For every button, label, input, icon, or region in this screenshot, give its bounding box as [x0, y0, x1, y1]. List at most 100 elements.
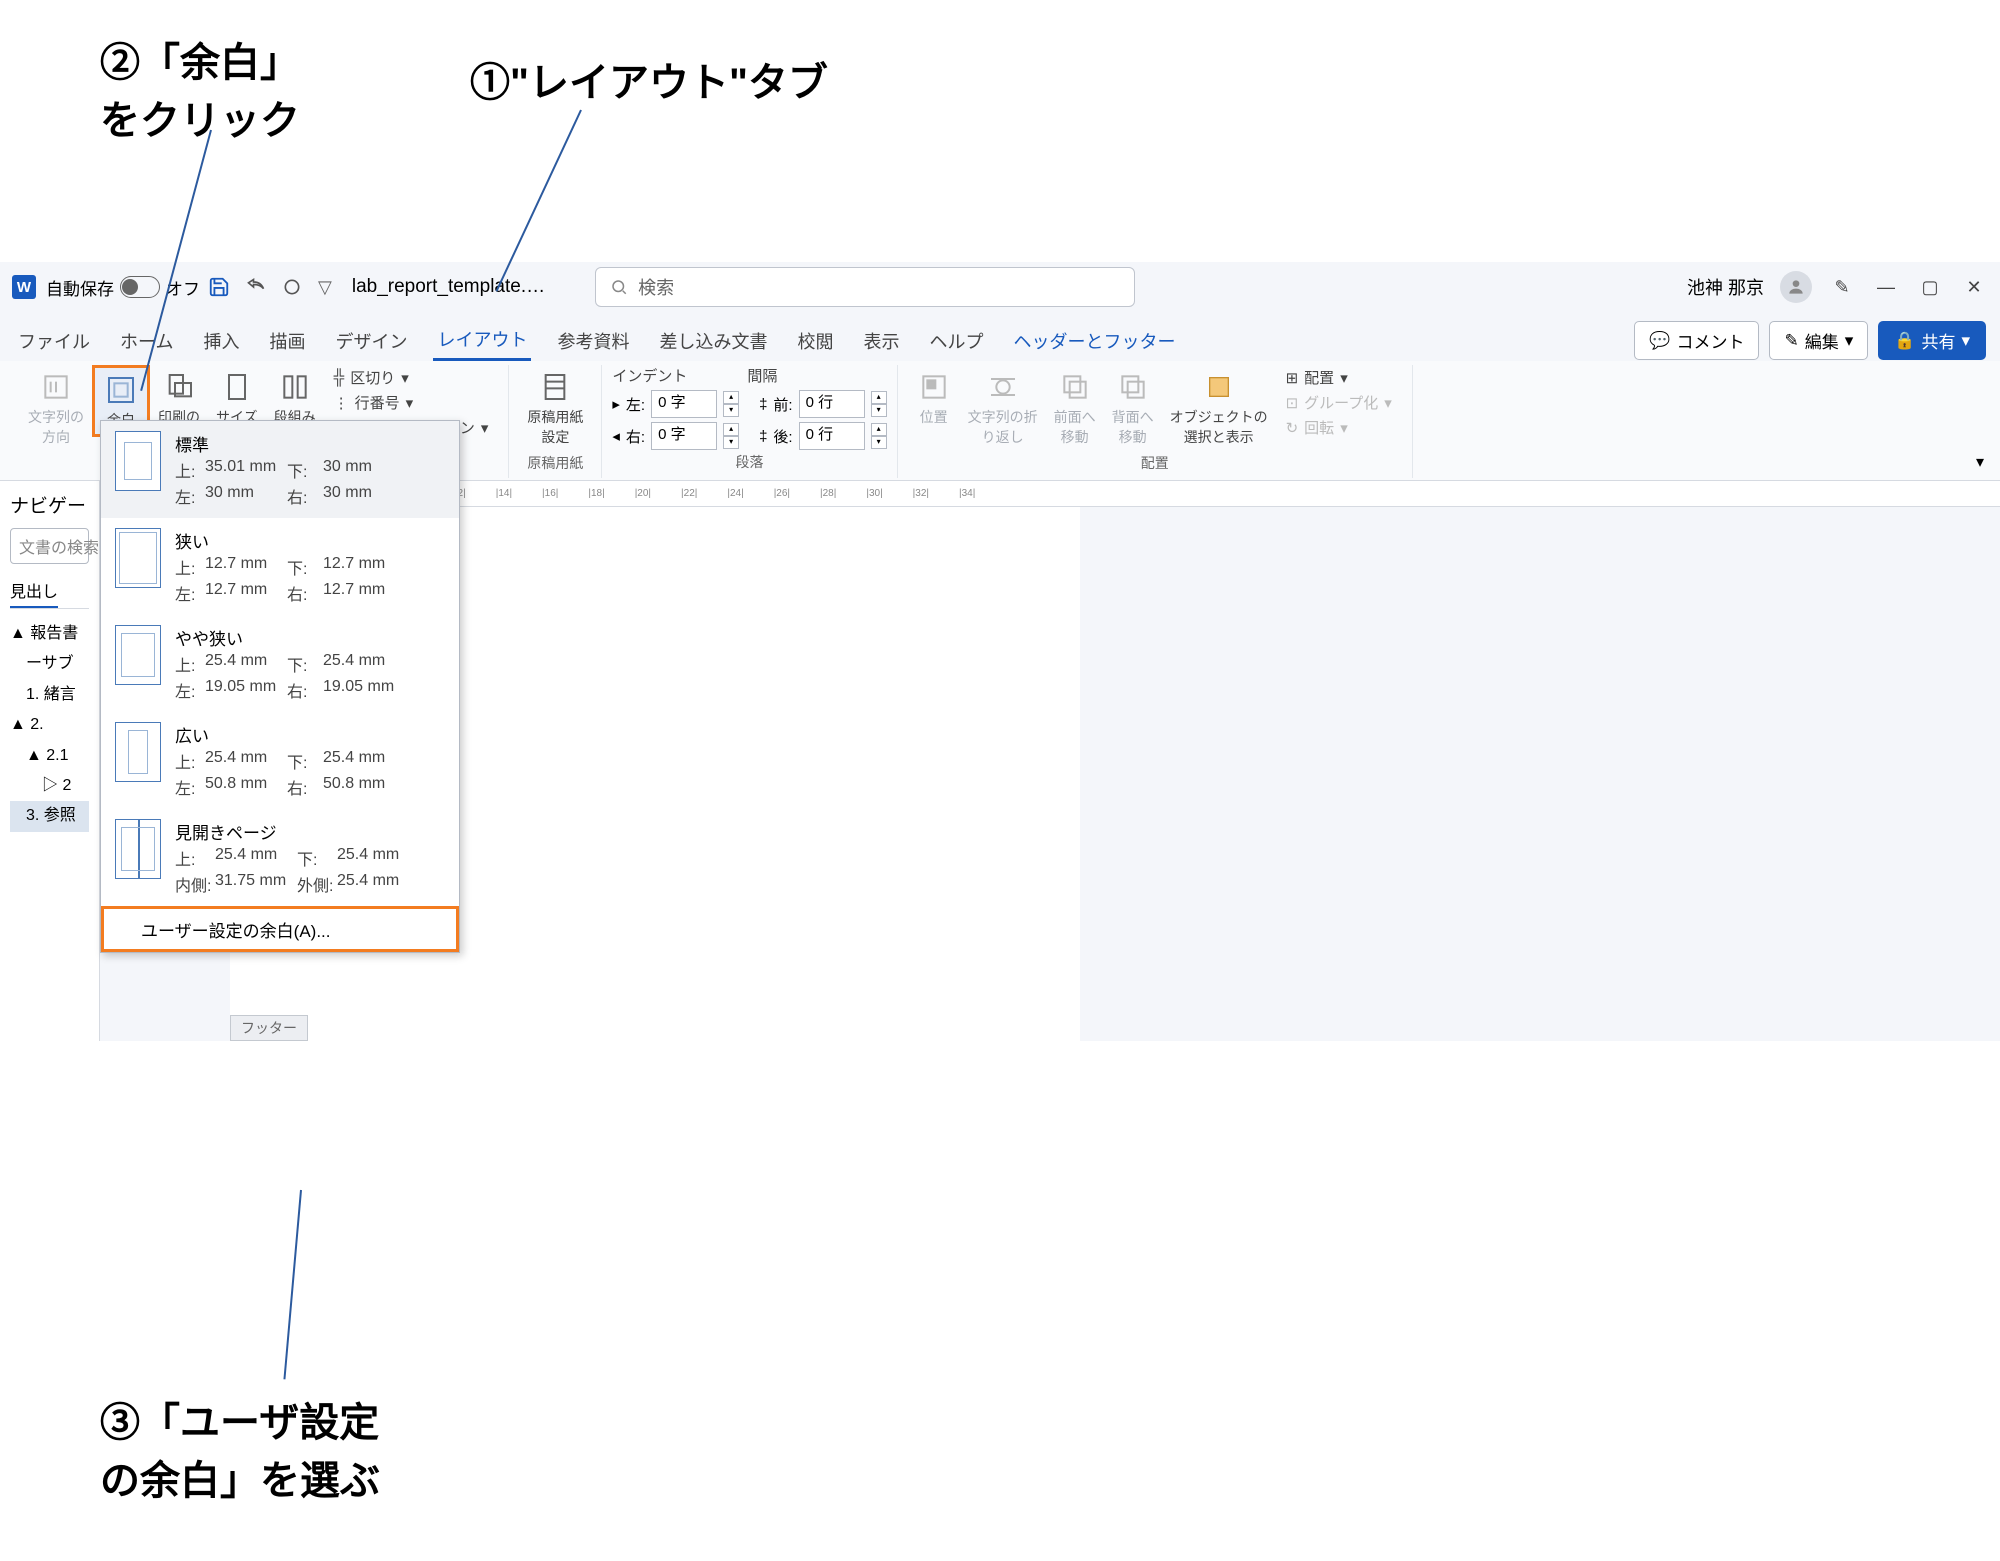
margin-name: 広い	[175, 722, 445, 747]
ruler-mark: |26|	[774, 488, 790, 499]
nav-item[interactable]: ーサブ	[10, 649, 89, 679]
nav-tab-headings[interactable]: 見出し	[10, 578, 58, 608]
m-v: 50.8 mm	[205, 775, 287, 799]
margin-option-mirror[interactable]: 見開きページ 上:25.4 mm下:25.4 mm 内側:31.75 mm外側:…	[101, 809, 459, 906]
m-l: 上:	[175, 749, 205, 773]
margin-name: 見開きページ	[175, 819, 445, 844]
m-l: 内側:	[175, 872, 215, 896]
m-v: 25.4 mm	[205, 652, 287, 676]
bring-forward-button[interactable]: 前面へ 移動	[1046, 365, 1104, 451]
il-v[interactable]: 0 字	[651, 390, 717, 418]
rotate-button[interactable]: ↻ 回転 ▾	[1286, 417, 1392, 438]
save-icon[interactable]	[208, 276, 230, 298]
m-v: 30 mm	[205, 484, 287, 508]
minimize-button[interactable]: —	[1872, 273, 1900, 301]
ribbon-options-icon[interactable]: ▾	[1970, 446, 1990, 478]
m-l: 左:	[175, 775, 205, 799]
ruler-mark: |22|	[681, 488, 697, 499]
ruler-mark: |30|	[866, 488, 882, 499]
sa-v[interactable]: 0 行	[799, 422, 865, 450]
margin-option-slight[interactable]: やや狭い 上:25.4 mm下:25.4 mm 左:19.05 mm右:19.0…	[101, 615, 459, 712]
wrap-button[interactable]: 文字列の折 り返し	[960, 365, 1046, 451]
margin-preview-icon	[115, 528, 161, 588]
tab-view[interactable]: 表示	[859, 322, 903, 360]
nav-item[interactable]: ▲ 2.	[10, 710, 89, 740]
m-l: 下:	[287, 555, 323, 579]
share-button[interactable]: 🔒 共有 ▾	[1878, 321, 1986, 360]
tab-design[interactable]: デザイン	[331, 322, 411, 360]
navigation-pane: ナビゲー 文書の検索 見出し ▲ 報告書 ーサブ 1. 緒言 ▲ 2. ▲ 2.…	[0, 481, 100, 1041]
ir-v[interactable]: 0 字	[651, 422, 717, 450]
m-l: 右:	[287, 484, 323, 508]
close-button[interactable]: ✕	[1960, 273, 1988, 301]
edit-button[interactable]: ✎ 編集 ▾	[1769, 321, 1868, 360]
align-button[interactable]: ⊞ 配置 ▾	[1286, 367, 1392, 388]
nav-item[interactable]: 3. 参照	[10, 801, 89, 831]
tab-insert[interactable]: 挿入	[199, 322, 243, 360]
tab-home[interactable]: ホーム	[116, 322, 177, 360]
ruler-mark: |16|	[542, 488, 558, 499]
selection-pane-button[interactable]: オブジェクトの 選択と表示	[1162, 365, 1276, 451]
spacing-before[interactable]: ‡前:0 行▴▾	[759, 390, 887, 418]
spacing-after[interactable]: ‡後:0 行▴▾	[759, 422, 887, 450]
ruler-mark: |24|	[727, 488, 743, 499]
margin-preview-icon	[115, 819, 161, 879]
sb-v[interactable]: 0 行	[799, 390, 865, 418]
sa-l: 後:	[773, 426, 792, 447]
margin-option-normal[interactable]: 標準 上:35.01 mm下:30 mm 左:30 mm右:30 mm	[101, 421, 459, 518]
tab-header-footer[interactable]: ヘッダーとフッター	[1009, 322, 1179, 360]
breaks-button[interactable]: ╬ 区切り ▾	[334, 367, 489, 388]
learning-tools-icon[interactable]: ✎	[1828, 273, 1856, 301]
group-button[interactable]: ⊡ グループ化 ▾	[1286, 392, 1392, 413]
margin-preview-icon	[115, 722, 161, 782]
ruler-mark: |14|	[496, 488, 512, 499]
share-label: 共有	[1921, 328, 1955, 353]
position-button[interactable]: 位置	[908, 365, 960, 431]
nav-item[interactable]: ▷ 2	[10, 771, 89, 801]
search-input[interactable]: 検索	[595, 267, 1135, 307]
m-v: 25.4 mm	[205, 749, 287, 773]
m-v: 25.4 mm	[215, 846, 297, 870]
m-l: 下:	[297, 846, 337, 870]
redo-icon[interactable]	[282, 277, 302, 297]
comment-button[interactable]: 💬 コメント	[1634, 321, 1759, 360]
nav-item[interactable]: ▲ 報告書	[10, 619, 89, 649]
tab-layout[interactable]: レイアウト	[433, 320, 531, 361]
nav-search-input[interactable]: 文書の検索	[10, 528, 89, 564]
customize-qat-icon[interactable]: ▽	[318, 277, 332, 298]
maximize-button[interactable]: ▢	[1916, 273, 1944, 301]
margin-name: 狭い	[175, 528, 445, 553]
text-direction-button[interactable]: 文字列の 方向	[20, 365, 92, 451]
titlebar: W 自動保存 オフ ▽ lab_report_template.… 検索 池神 …	[0, 262, 2000, 312]
m-l: 右:	[287, 581, 323, 605]
edit-label: 編集	[1805, 328, 1839, 353]
indent-left[interactable]: ▸左:0 字▴▾	[612, 390, 739, 418]
tab-references[interactable]: 参考資料	[553, 322, 633, 360]
nav-title: ナビゲー	[10, 491, 89, 518]
tab-review[interactable]: 校閲	[793, 322, 837, 360]
line-numbers-button[interactable]: ⋮ 行番号 ▾	[334, 392, 489, 413]
align-label: 配置	[1304, 367, 1334, 388]
margin-option-custom[interactable]: ユーザー設定の余白(A)...	[101, 906, 459, 952]
tab-mailings[interactable]: 差し込み文書	[655, 322, 771, 360]
undo-icon[interactable]	[246, 277, 266, 297]
m-l: 下:	[287, 652, 323, 676]
avatar[interactable]	[1780, 271, 1812, 303]
tab-file[interactable]: ファイル	[14, 322, 94, 360]
manuscript-button[interactable]: 原稿用紙 設定	[519, 365, 591, 451]
manuscript-label: 原稿用紙 設定	[527, 407, 583, 447]
filename[interactable]: lab_report_template.…	[352, 276, 545, 298]
footer-tab[interactable]: フッター	[230, 1015, 308, 1041]
ruler[interactable]: |2||4||6||8||10||12||14||16||18||20||22|…	[230, 481, 2000, 507]
margin-option-narrow[interactable]: 狭い 上:12.7 mm下:12.7 mm 左:12.7 mm右:12.7 mm	[101, 518, 459, 615]
nav-item[interactable]: 1. 緒言	[10, 680, 89, 710]
m-v: 19.05 mm	[205, 678, 287, 702]
indent-right[interactable]: ◂右:0 字▴▾	[612, 422, 739, 450]
send-backward-button[interactable]: 背面へ 移動	[1104, 365, 1162, 451]
line-numbers-label: 行番号	[355, 392, 400, 413]
autosave-toggle[interactable]: 自動保存 オフ	[46, 275, 200, 300]
margin-option-wide[interactable]: 広い 上:25.4 mm下:25.4 mm 左:50.8 mm右:50.8 mm	[101, 712, 459, 809]
tab-help[interactable]: ヘルプ	[925, 322, 987, 360]
tab-draw[interactable]: 描画	[265, 322, 309, 360]
nav-item[interactable]: ▲ 2.1	[10, 741, 89, 771]
